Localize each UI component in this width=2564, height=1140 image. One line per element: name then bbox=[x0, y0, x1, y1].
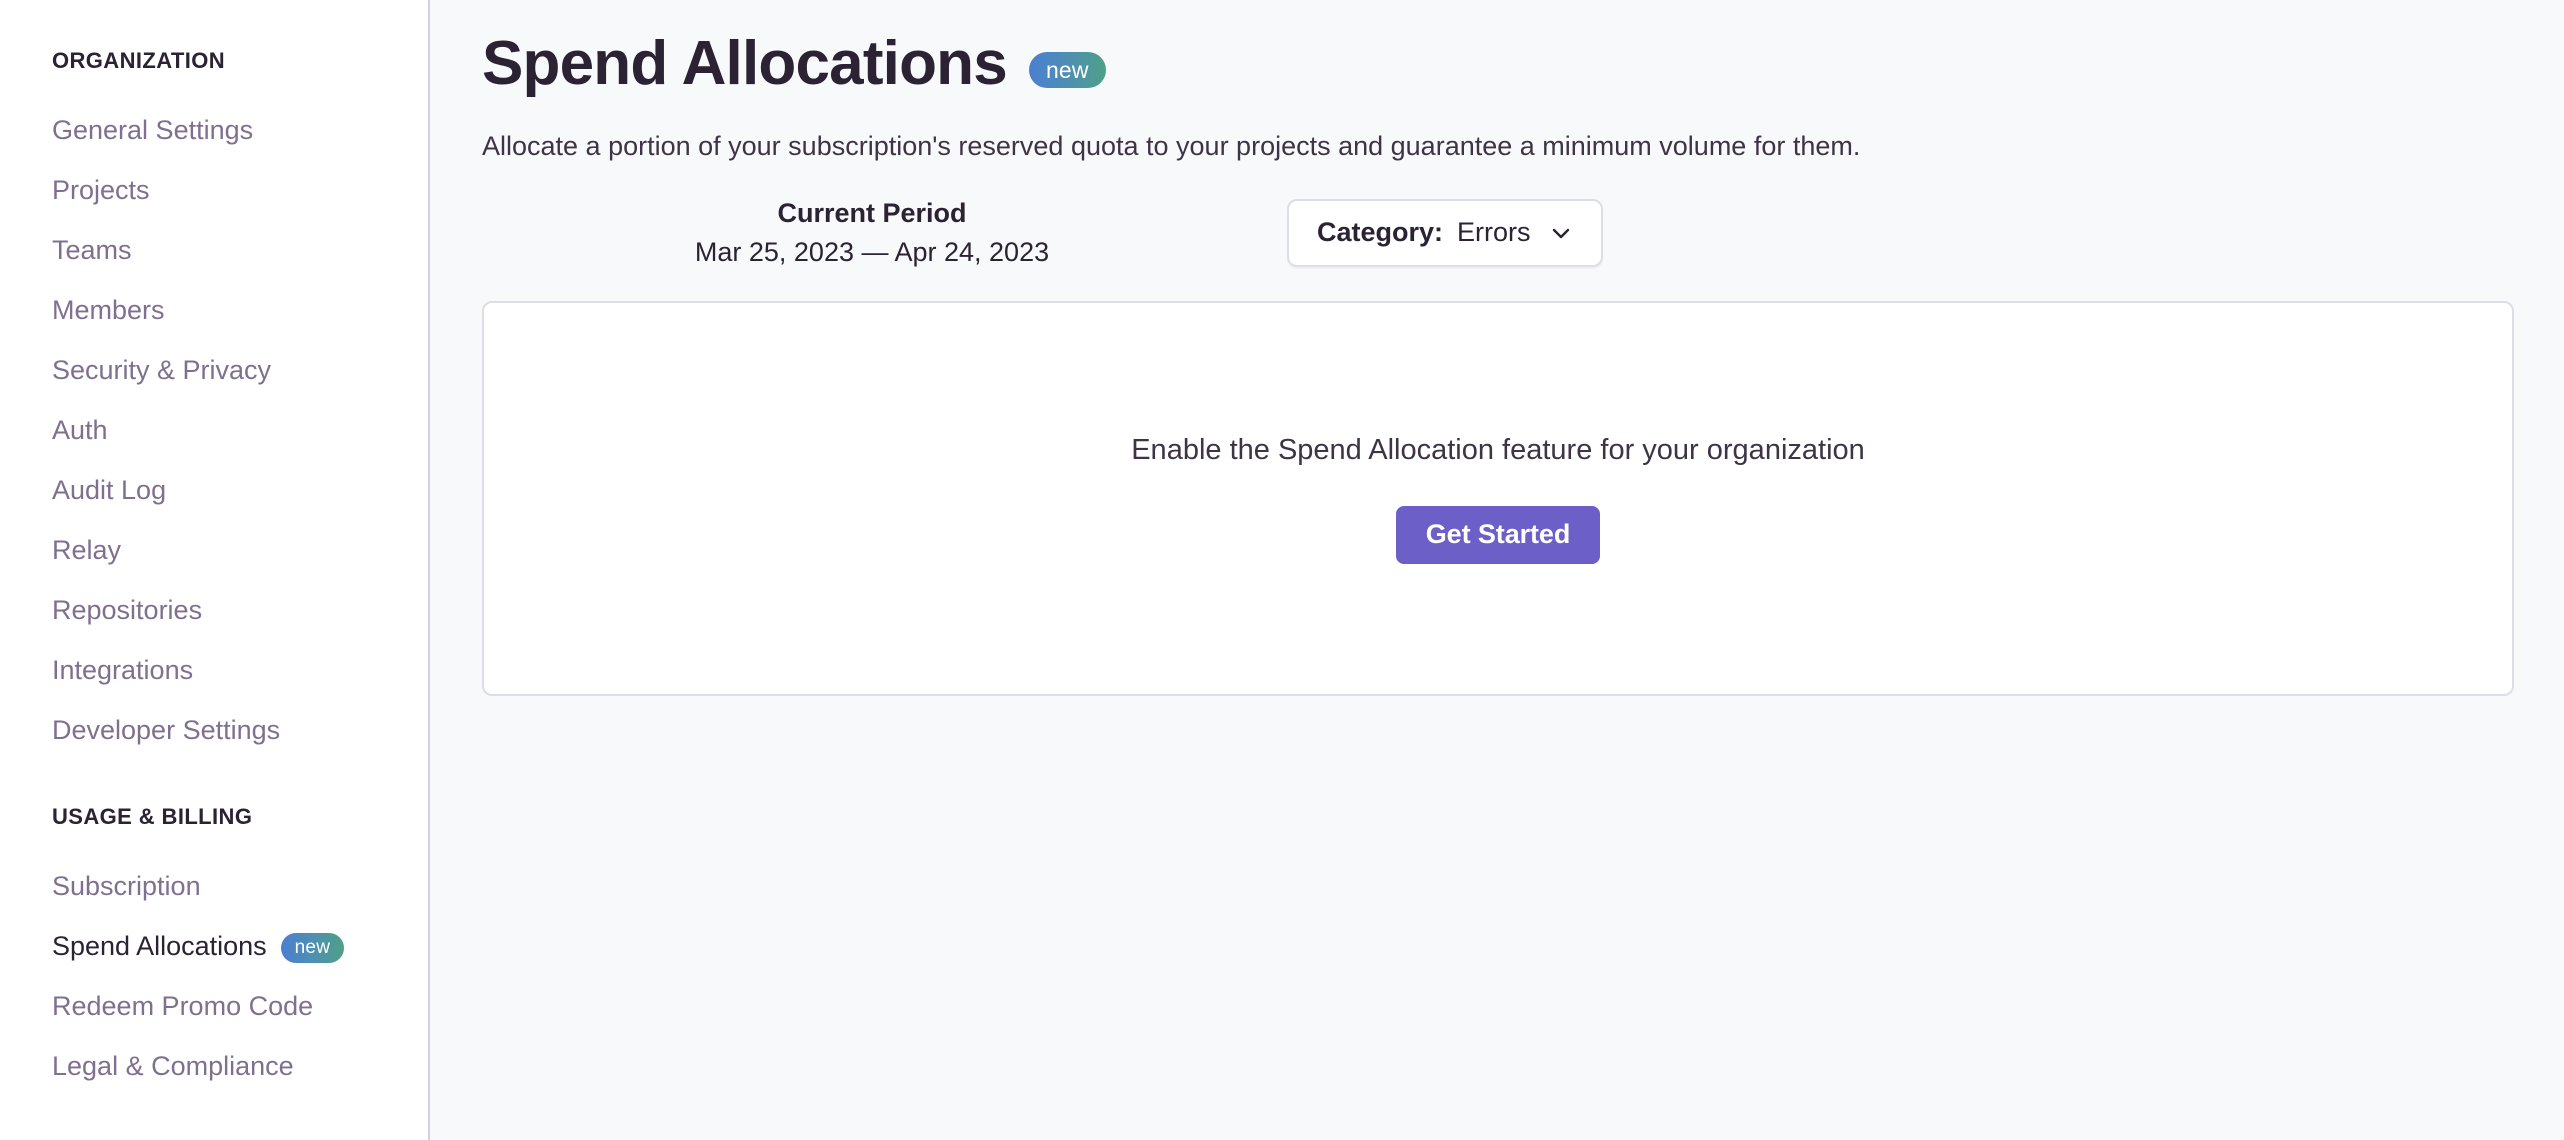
sidebar-item-audit-log[interactable]: Audit Log bbox=[0, 460, 428, 520]
sidebar-item-legal-and-compliance[interactable]: Legal & Compliance bbox=[0, 1037, 428, 1097]
page-header: Spend Allocations new bbox=[482, 30, 2514, 98]
sidebar-heading-usage-and-billing: USAGE & BILLING bbox=[0, 804, 428, 830]
sidebar-item-repositories[interactable]: Repositories bbox=[0, 580, 428, 640]
sidebar-item-subscription[interactable]: Subscription bbox=[0, 857, 428, 917]
panel-message: Enable the Spend Allocation feature for … bbox=[1131, 432, 1865, 470]
sidebar-item-label: Security & Privacy bbox=[52, 357, 271, 384]
spend-allocation-empty-panel: Enable the Spend Allocation feature for … bbox=[482, 301, 2514, 696]
settings-page: ORGANIZATION General Settings Projects T… bbox=[0, 0, 2564, 1140]
controls-row: Current Period Mar 25, 2023 — Apr 24, 20… bbox=[482, 195, 2514, 271]
sidebar-item-label: Repositories bbox=[52, 597, 202, 624]
sidebar-item-security-and-privacy[interactable]: Security & Privacy bbox=[0, 340, 428, 400]
category-dropdown[interactable]: Category: Errors bbox=[1287, 199, 1603, 267]
new-badge: new bbox=[1029, 52, 1106, 88]
sidebar-item-label: Developer Settings bbox=[52, 717, 280, 744]
sidebar-item-label: Teams bbox=[52, 237, 132, 264]
sidebar-item-label: Relay bbox=[52, 537, 121, 564]
page-title: Spend Allocations bbox=[482, 30, 1007, 98]
sidebar-item-integrations[interactable]: Integrations bbox=[0, 640, 428, 700]
sidebar-item-label: Spend Allocations bbox=[52, 933, 267, 960]
sidebar-heading-organization: ORGANIZATION bbox=[0, 48, 428, 74]
category-dropdown-key: Category: bbox=[1317, 219, 1443, 246]
current-period-block: Current Period Mar 25, 2023 — Apr 24, 20… bbox=[642, 195, 1102, 271]
sidebar-item-spend-allocations[interactable]: Spend Allocations new bbox=[0, 917, 428, 977]
sidebar-item-auth[interactable]: Auth bbox=[0, 400, 428, 460]
sidebar-item-teams[interactable]: Teams bbox=[0, 220, 428, 280]
sidebar-item-label: Legal & Compliance bbox=[52, 1053, 294, 1080]
sidebar-group-usage-and-billing: USAGE & BILLING Subscription Spend Alloc… bbox=[0, 804, 428, 1096]
sidebar-item-label: Projects bbox=[52, 177, 150, 204]
sidebar-item-label: General Settings bbox=[52, 117, 253, 144]
sidebar-item-relay[interactable]: Relay bbox=[0, 520, 428, 580]
settings-sidebar: ORGANIZATION General Settings Projects T… bbox=[0, 0, 430, 1140]
sidebar-item-members[interactable]: Members bbox=[0, 280, 428, 340]
sidebar-item-label: Auth bbox=[52, 417, 108, 444]
sidebar-item-label: Subscription bbox=[52, 873, 201, 900]
chevron-down-icon bbox=[1549, 221, 1573, 245]
sidebar-item-label: Integrations bbox=[52, 657, 193, 684]
current-period-range: Mar 25, 2023 — Apr 24, 2023 bbox=[642, 234, 1102, 270]
sidebar-group-organization: ORGANIZATION General Settings Projects T… bbox=[0, 48, 428, 760]
sidebar-item-label: Audit Log bbox=[52, 477, 166, 504]
get-started-button[interactable]: Get Started bbox=[1396, 506, 1600, 564]
sidebar-item-projects[interactable]: Projects bbox=[0, 160, 428, 220]
sidebar-item-label: Redeem Promo Code bbox=[52, 993, 313, 1020]
sidebar-item-general-settings[interactable]: General Settings bbox=[0, 100, 428, 160]
sidebar-item-developer-settings[interactable]: Developer Settings bbox=[0, 700, 428, 760]
sidebar-item-redeem-promo-code[interactable]: Redeem Promo Code bbox=[0, 977, 428, 1037]
page-description: Allocate a portion of your subscription'… bbox=[482, 128, 2514, 164]
category-dropdown-value: Errors bbox=[1457, 219, 1531, 246]
sidebar-item-label: Members bbox=[52, 297, 165, 324]
main-content: Spend Allocations new Allocate a portion… bbox=[430, 0, 2564, 1140]
new-badge: new bbox=[281, 933, 344, 963]
current-period-label: Current Period bbox=[642, 195, 1102, 231]
